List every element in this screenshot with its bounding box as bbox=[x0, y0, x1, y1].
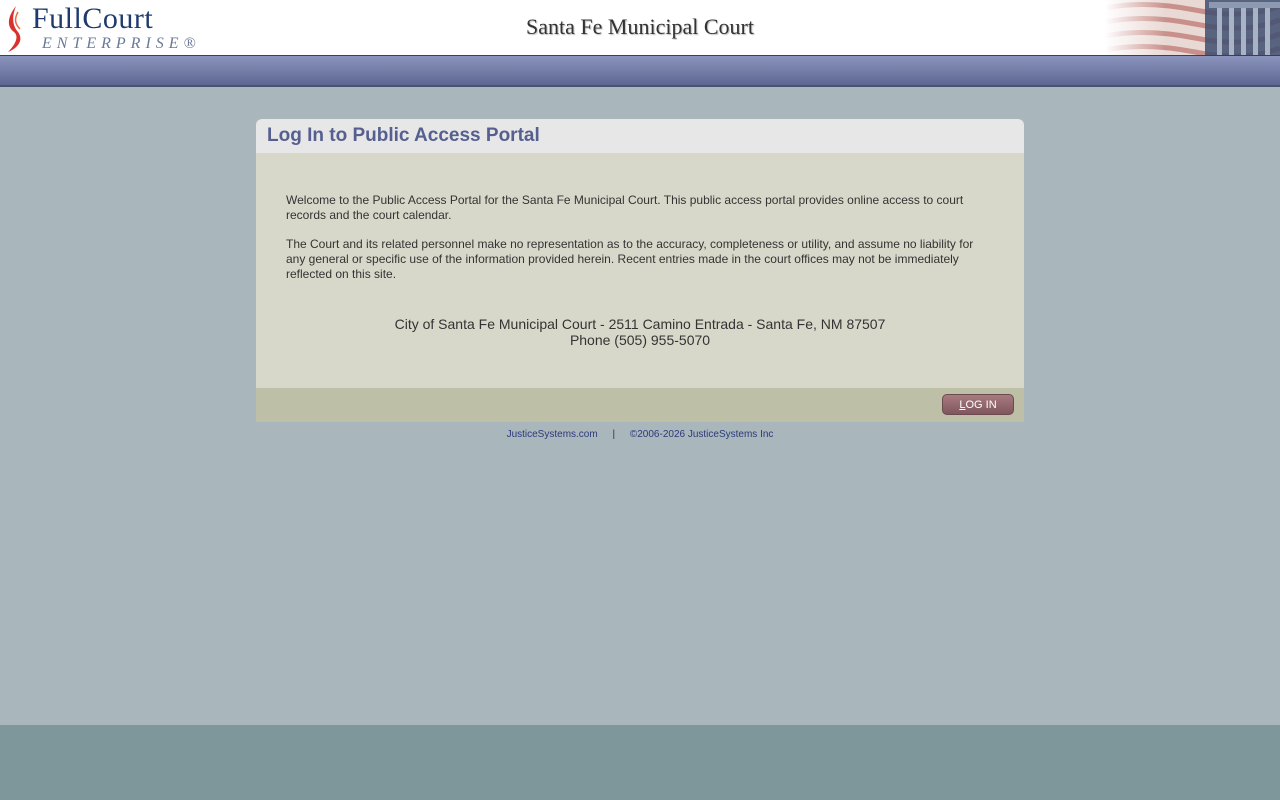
panel-header: Log In to Public Access Portal bbox=[256, 119, 1024, 153]
court-contact: City of Santa Fe Municipal Court - 2511 … bbox=[256, 316, 1024, 348]
flag-courthouse-image bbox=[1105, 0, 1280, 55]
welcome-paragraph: Welcome to the Public Access Portal for … bbox=[286, 193, 964, 222]
site-header: FullCourt ENTERPRISE® Santa Fe Municipal… bbox=[0, 0, 1280, 56]
footer-band bbox=[0, 725, 1280, 800]
court-title: Santa Fe Municipal Court bbox=[526, 14, 754, 39]
login-button[interactable]: LOG IN bbox=[942, 394, 1014, 415]
site-footer: JusticeSystems.com | ©2006-2026 JusticeS… bbox=[0, 429, 1280, 440]
court-phone: Phone (505) 955-5070 bbox=[569, 332, 711, 348]
court-address: City of Santa Fe Municipal Court - 2511 … bbox=[394, 316, 886, 332]
login-panel: Log In to Public Access Portal Welcome t… bbox=[256, 119, 1024, 422]
panel-footer: LOG IN bbox=[256, 388, 1024, 422]
panel-body: Welcome to the Public Access Portal for … bbox=[256, 153, 1024, 388]
footer-separator: | bbox=[612, 429, 616, 440]
login-label: OG IN bbox=[965, 399, 997, 411]
disclaimer-paragraph: The Court and its related personnel make… bbox=[286, 237, 974, 281]
panel-title: Log In to Public Access Portal bbox=[267, 125, 540, 146]
copyright-text: ©2006-2026 JusticeSystems Inc bbox=[629, 429, 774, 440]
nav-bar bbox=[0, 56, 1280, 87]
justicesystems-link[interactable]: JusticeSystems.com bbox=[507, 429, 598, 440]
